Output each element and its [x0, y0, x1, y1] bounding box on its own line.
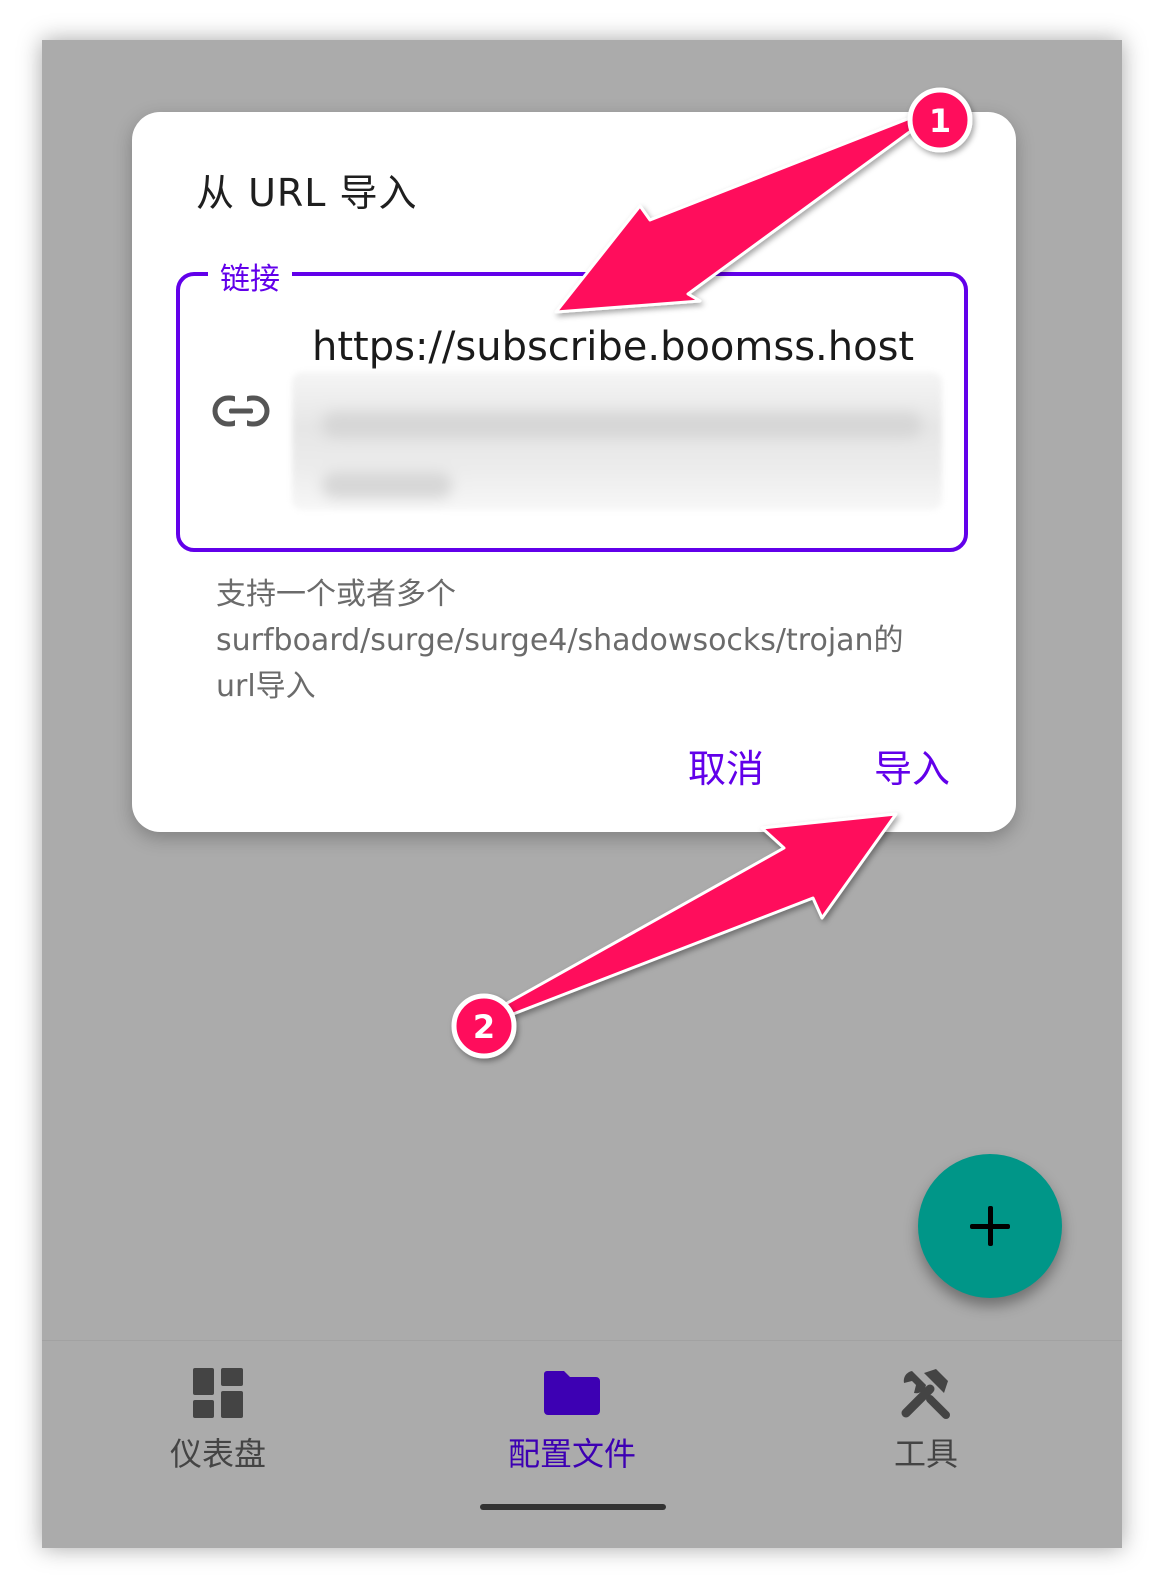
- dashboard-icon: [193, 1368, 243, 1418]
- nav-item-tools[interactable]: 工具: [806, 1367, 1046, 1475]
- cancel-button[interactable]: 取消: [688, 738, 764, 793]
- nav-label-profiles: 配置文件: [507, 1435, 636, 1473]
- nav-item-dashboard[interactable]: 仪表盘: [98, 1367, 338, 1475]
- nav-item-profiles[interactable]: 配置文件: [452, 1367, 692, 1475]
- folder-icon: [544, 1371, 600, 1415]
- nav-label-tools: 工具: [893, 1435, 958, 1473]
- add-profile-button[interactable]: [918, 1154, 1062, 1298]
- link-icon: [212, 394, 270, 428]
- blurred-url-text: [292, 372, 942, 510]
- app-screen: 从 URL 导入 链接 https://subscribe.boomss.hos…: [42, 40, 1122, 1548]
- tools-icon: [901, 1369, 950, 1419]
- url-field-label: 链接: [208, 254, 292, 298]
- plus-icon: [970, 1206, 1010, 1246]
- home-indicator: [480, 1504, 666, 1510]
- url-input-field[interactable]: 链接 https://subscribe.boomss.host: [176, 254, 968, 552]
- nav-label-dashboard: 仪表盘: [169, 1435, 266, 1473]
- import-url-dialog: 从 URL 导入 链接 https://subscribe.boomss.hos…: [132, 112, 1016, 832]
- dialog-title: 从 URL 导入: [196, 171, 418, 215]
- import-button[interactable]: 导入: [874, 738, 950, 793]
- bottom-navigation: 仪表盘 配置文件 工具: [42, 1340, 1122, 1548]
- helper-text: 支持一个或者多个surfboard/surge/surge4/shadowsoc…: [216, 577, 904, 704]
- url-input-value[interactable]: https://subscribe.boomss.host: [312, 324, 914, 370]
